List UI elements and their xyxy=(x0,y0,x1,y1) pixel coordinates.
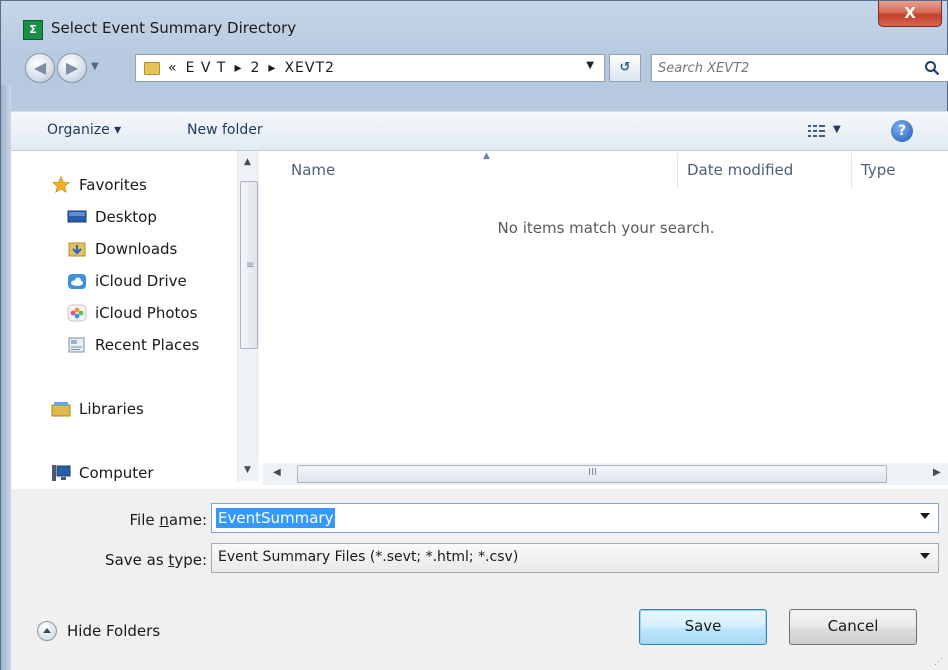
save-as-type-select[interactable]: Event Summary Files (*.sevt; *.html; *.c… xyxy=(211,543,939,573)
breadcrumb: « E V T ▸ 2 ▸ XEVT2 xyxy=(168,60,335,76)
star-icon xyxy=(51,176,71,193)
title-bar: Σ Select Event Summary Directory X xyxy=(1,1,948,45)
nav-computer[interactable]: Computer xyxy=(51,461,154,485)
hide-folders-label: Hide Folders xyxy=(67,622,161,640)
scrollbar-thumb[interactable]: III xyxy=(297,465,887,483)
scroll-right-arrow-icon[interactable]: ▶ xyxy=(933,467,941,478)
column-header-date-modified[interactable]: Date modified xyxy=(687,161,793,179)
scroll-left-arrow-icon[interactable]: ◀ xyxy=(273,467,281,478)
forward-button[interactable]: ▶ xyxy=(57,53,87,83)
navigation-vertical-scrollbar[interactable]: ▲ ≡ ▼ xyxy=(237,151,259,481)
column-divider[interactable] xyxy=(851,153,852,189)
breadcrumb-item-xevt2[interactable]: XEVT2 xyxy=(284,60,334,76)
help-icon[interactable]: ? xyxy=(891,120,913,142)
column-header-type[interactable]: Type xyxy=(861,161,895,179)
nav-favorites-label: Favorites xyxy=(79,176,147,194)
nav-item-icloud-drive[interactable]: iCloud Drive xyxy=(67,269,187,293)
nav-item-label: Recent Places xyxy=(95,336,200,354)
nav-computer-label: Computer xyxy=(79,464,154,482)
nav-libraries-label: Libraries xyxy=(79,400,144,418)
close-button[interactable]: X xyxy=(878,1,942,27)
breadcrumb-item-2[interactable]: 2 xyxy=(250,60,260,76)
column-divider[interactable] xyxy=(677,153,678,189)
breadcrumb-item-evt[interactable]: E V T xyxy=(186,60,227,76)
cancel-button[interactable]: Cancel xyxy=(789,609,917,645)
address-dropdown-icon[interactable]: ▼ xyxy=(586,60,594,71)
address-bar[interactable]: « E V T ▸ 2 ▸ XEVT2 ▼ xyxy=(135,54,605,82)
label-accelerator: n xyxy=(159,511,169,529)
scroll-up-arrow-icon[interactable]: ▲ xyxy=(244,157,251,167)
desktop-icon xyxy=(67,210,87,223)
refresh-icon: ↺ xyxy=(619,60,631,75)
label-text: ame: xyxy=(168,511,207,529)
hide-folders-button[interactable]: Hide Folders xyxy=(37,621,160,641)
change-view-icon[interactable] xyxy=(808,124,826,138)
sort-ascending-icon: ▲ xyxy=(483,151,490,161)
file-name-value[interactable]: EventSummary xyxy=(216,508,336,528)
collapse-up-icon xyxy=(37,621,57,641)
save-as-type-dropdown-icon[interactable] xyxy=(920,553,930,559)
save-as-type-label: Save as type: xyxy=(71,551,207,569)
nav-libraries[interactable]: Libraries xyxy=(51,397,144,421)
search-input[interactable] xyxy=(658,57,918,79)
back-button[interactable]: ◀ xyxy=(25,53,55,83)
label-text: Save as xyxy=(105,551,169,569)
downloads-folder-icon xyxy=(68,242,86,257)
search-icon[interactable] xyxy=(924,60,940,76)
file-name-field[interactable]: EventSummary xyxy=(211,503,939,533)
libraries-icon xyxy=(51,402,71,417)
file-list-pane: ▲ Name Date modified Type No items match… xyxy=(263,151,948,489)
breadcrumb-separator-icon[interactable]: ▸ xyxy=(234,60,242,76)
view-options-dropdown-icon[interactable]: ▼ xyxy=(833,124,841,135)
file-name-label: File name: xyxy=(111,511,207,529)
save-as-type-value: Event Summary Files (*.sevt; *.html; *.c… xyxy=(218,549,519,565)
computer-icon xyxy=(52,465,71,481)
nav-item-label: iCloud Photos xyxy=(95,304,198,322)
scrollbar-thumb[interactable]: ≡ xyxy=(240,181,258,349)
save-form: File name: EventSummary Save as type: Ev… xyxy=(11,489,948,670)
nav-item-recent-places[interactable]: Recent Places xyxy=(67,333,199,357)
icloud-photos-icon xyxy=(67,304,87,322)
nav-favorites[interactable]: Favorites xyxy=(51,173,147,197)
column-header-name[interactable]: Name xyxy=(291,161,335,179)
browser-content: Favorites Desktop Downloads iCloud Drive… xyxy=(11,151,948,489)
label-text: File xyxy=(129,511,160,529)
scroll-down-arrow-icon[interactable]: ▼ xyxy=(244,465,251,475)
file-list-horizontal-scrollbar[interactable]: ◀ III ▶ xyxy=(263,463,948,485)
empty-list-message: No items match your search. xyxy=(497,219,715,237)
nav-item-desktop[interactable]: Desktop xyxy=(67,205,157,229)
navigation-pane: Favorites Desktop Downloads iCloud Drive… xyxy=(11,151,263,489)
recent-places-icon xyxy=(68,337,85,353)
icloud-drive-icon xyxy=(68,274,86,289)
search-box[interactable] xyxy=(651,54,948,82)
organize-menu[interactable]: Organize ▾ xyxy=(47,122,121,138)
grip-icon: III xyxy=(588,467,597,478)
dialog-window: Σ Select Event Summary Directory X ◀ ▶ ▼… xyxy=(0,0,948,670)
folder-icon xyxy=(144,61,160,75)
new-folder-button[interactable]: New folder xyxy=(187,122,263,138)
window-left-edge xyxy=(1,85,11,670)
label-text: ype: xyxy=(174,551,207,569)
nav-item-label: Desktop xyxy=(95,208,157,226)
grip-icon: ≡ xyxy=(246,260,255,271)
breadcrumb-overflow[interactable]: « xyxy=(168,60,178,76)
save-button[interactable]: Save xyxy=(639,609,767,645)
app-icon: Σ xyxy=(23,20,43,40)
nav-item-downloads[interactable]: Downloads xyxy=(67,237,177,261)
nav-item-label: Downloads xyxy=(95,240,178,258)
file-name-dropdown-icon[interactable] xyxy=(920,513,930,519)
breadcrumb-separator-icon[interactable]: ▸ xyxy=(268,60,276,76)
refresh-button[interactable]: ↺ xyxy=(609,54,641,82)
recent-locations-dropdown-icon[interactable]: ▼ xyxy=(91,61,99,72)
navigation-row: ◀ ▶ ▼ « E V T ▸ 2 ▸ XEVT2 ▼ ↺ xyxy=(11,51,948,85)
nav-item-icloud-photos[interactable]: iCloud Photos xyxy=(67,301,197,325)
resize-grip-icon[interactable]: ⋰ xyxy=(934,657,943,667)
command-toolbar: Organize ▾ New folder ▼ ? xyxy=(11,111,948,151)
nav-item-label: iCloud Drive xyxy=(95,272,187,290)
window-title: Select Event Summary Directory xyxy=(51,19,297,37)
